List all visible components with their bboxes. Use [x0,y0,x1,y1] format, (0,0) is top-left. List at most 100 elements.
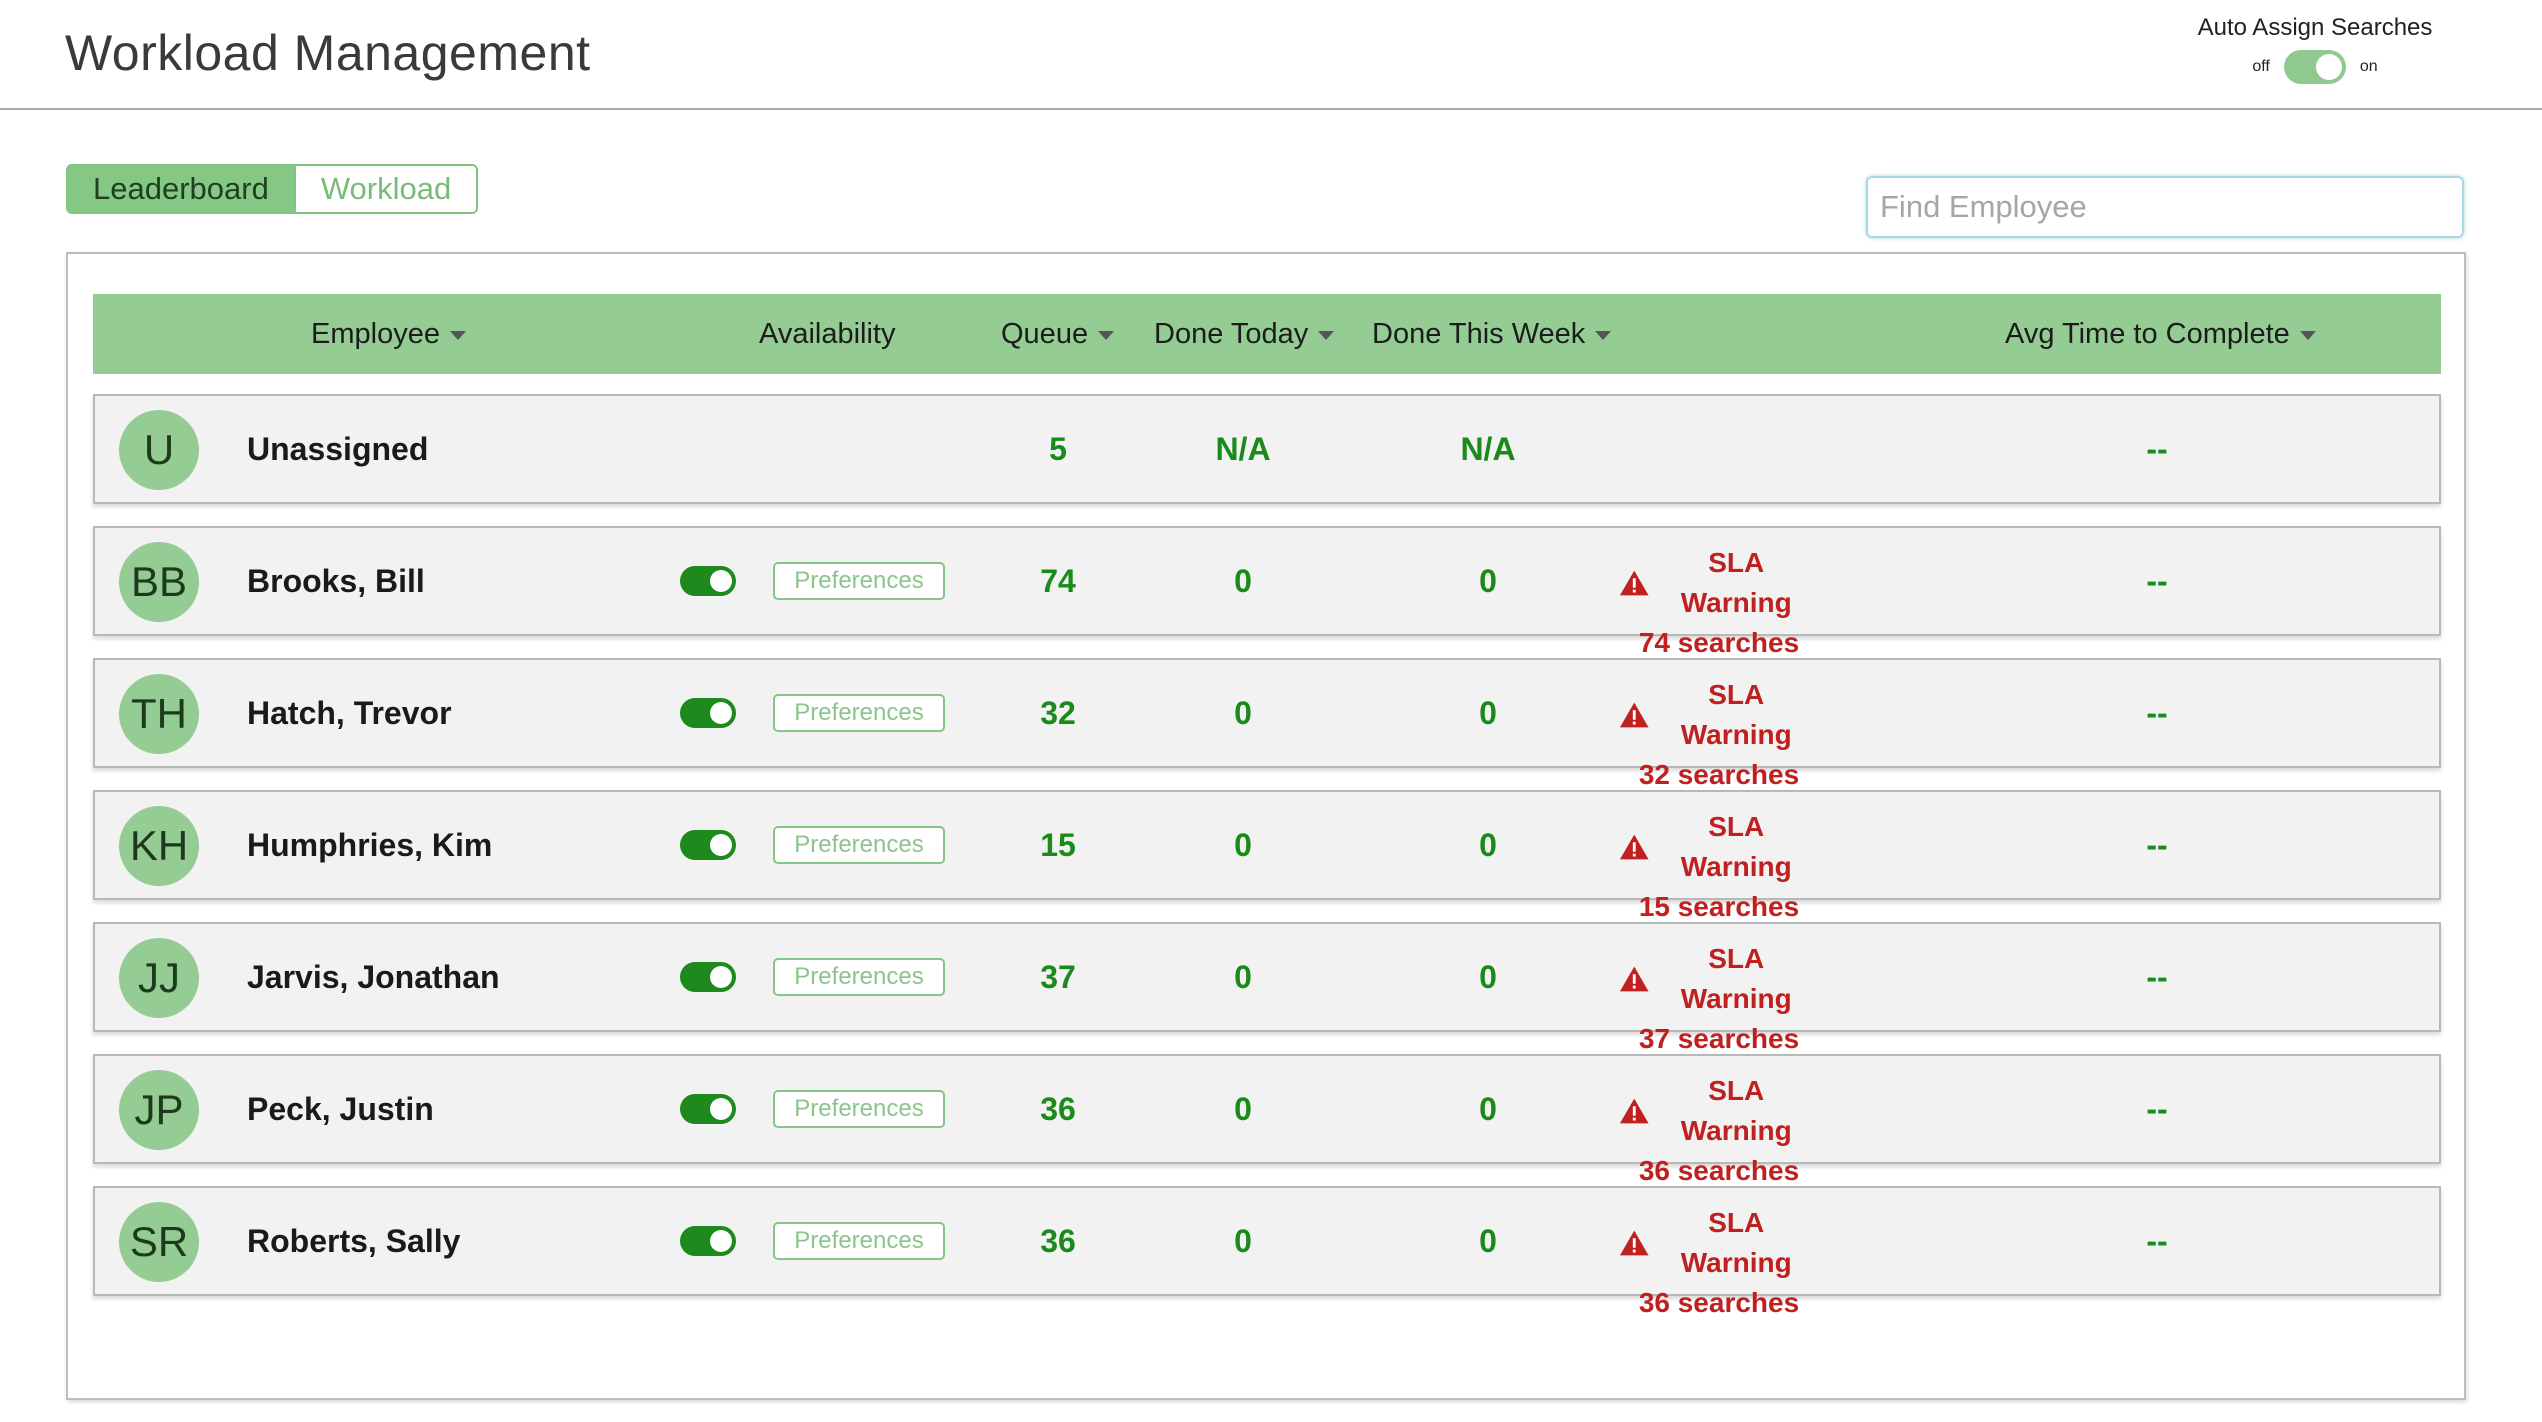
table-row: SR Roberts, Sally Preferences 36 0 0 SLA… [93,1186,2441,1318]
employee-name: Unassigned [247,431,429,467]
warning-triangle-icon [1619,570,1649,596]
table-row: JP Peck, Justin Preferences 36 0 0 SLA W… [93,1054,2441,1186]
warning-triangle-icon [1619,1098,1649,1124]
avatar: TH [119,674,199,754]
table-row: JJ Jarvis, Jonathan Preferences 37 0 0 S… [93,922,2441,1054]
queue-count: 36 [1040,1223,1076,1259]
availability-toggle[interactable] [680,830,736,860]
avg-time-value: -- [2146,1223,2168,1259]
table-row: KH Humphries, Kim Preferences 15 0 0 SLA… [93,790,2441,922]
avatar: KH [119,806,199,886]
view-tabs: Leaderboard Workload [66,164,479,214]
column-header-queue-label: Queue [1001,318,1089,350]
sla-warning-title-row: SLA Warning [1619,1071,1819,1151]
sla-warning: SLA Warning 36 searches [1619,1071,1819,1191]
avg-time-value: -- [2146,1091,2168,1127]
queue-count: 15 [1040,827,1076,863]
availability-toggle[interactable] [680,962,736,992]
employee-name: Roberts, Sally [247,1223,461,1259]
tab-workload[interactable]: Workload [293,166,477,212]
sla-warning-count: 36 searches [1638,1287,1800,1318]
column-header-availability-label: Availability [759,318,896,350]
sla-warning-title-row: SLA Warning [1619,675,1819,755]
availability-toggle[interactable] [680,1094,736,1124]
preferences-button[interactable]: Preferences [773,958,945,996]
sort-caret-icon [2299,330,2316,340]
sla-warning: SLA Warning 36 searches [1619,1203,1819,1323]
employee-name: Peck, Justin [247,1091,434,1127]
done-today-count: 0 [1234,1091,1252,1127]
sla-warning-title-row: SLA Warning [1619,807,1819,887]
sla-warning-title-row: SLA Warning [1619,939,1819,1019]
queue-count: 36 [1040,1091,1076,1127]
preferences-button[interactable]: Preferences [773,562,945,600]
find-employee-input[interactable] [1866,176,2464,238]
avatar: JJ [119,938,199,1018]
auto-assign-on-label: on [2359,58,2378,75]
avg-time-value: -- [2146,431,2168,467]
sla-warning-title-row: SLA Warning [1619,1203,1819,1283]
done-today-count: 0 [1234,563,1252,599]
sort-caret-icon [449,330,466,340]
app-header: Workload Management Auto Assign Searches… [0,0,2542,110]
sla-warning-title-row: SLA Warning [1619,543,1819,623]
employee-name: Humphries, Kim [247,827,493,863]
warning-triangle-icon [1619,834,1649,860]
queue-count: 32 [1040,695,1076,731]
warning-triangle-icon [1619,1230,1649,1256]
column-header-employee[interactable]: Employee [311,294,466,374]
avg-time-value: -- [2146,827,2168,863]
auto-assign-control: Auto Assign Searches off on [2160,14,2470,84]
preferences-button[interactable]: Preferences [773,826,945,864]
queue-count: 37 [1040,959,1076,995]
sort-caret-icon [1318,330,1335,340]
table-row: TH Hatch, Trevor Preferences 32 0 0 SLA … [93,658,2441,790]
avg-time-value: -- [2146,959,2168,995]
availability-toggle[interactable] [680,698,736,728]
queue-count: 74 [1040,563,1076,599]
tab-leaderboard[interactable]: Leaderboard [68,166,294,212]
sla-warning-count: 37 searches [1638,1023,1800,1054]
column-header-done-this-week[interactable]: Done This Week [1372,294,1612,374]
table-row: BB Brooks, Bill Preferences 74 0 0 SLA W… [93,526,2441,658]
column-header-avg-time-label: Avg Time to Complete [2005,318,2290,350]
avg-time-value: -- [2146,563,2168,599]
sla-warning-title: SLA Warning [1680,1207,1792,1278]
column-header-queue[interactable]: Queue [1001,294,1115,374]
sla-warning-count: 74 searches [1638,627,1800,658]
done-week-count: 0 [1479,1091,1497,1127]
done-week-count: 0 [1479,695,1497,731]
sort-caret-icon [1595,330,1612,340]
done-week-count: 0 [1479,563,1497,599]
availability-toggle[interactable] [680,566,736,596]
sla-warning-title: SLA Warning [1680,811,1792,882]
avatar: SR [119,1202,199,1282]
availability-toggle[interactable] [680,1226,736,1256]
queue-count: 5 [1049,431,1067,467]
warning-triangle-icon [1619,966,1649,992]
column-header-avg-time[interactable]: Avg Time to Complete [2005,294,2316,374]
column-header-done-today-label: Done Today [1154,318,1309,350]
employee-name: Brooks, Bill [247,563,425,599]
column-header-availability: Availability [759,294,895,374]
done-today-count: 0 [1234,1223,1252,1259]
done-week-count: 0 [1479,959,1497,995]
sla-warning-count: 36 searches [1638,1155,1800,1186]
sla-warning: SLA Warning 74 searches [1619,543,1819,663]
column-header-employee-label: Employee [311,318,440,350]
avatar: JP [119,1070,199,1150]
preferences-button[interactable]: Preferences [773,694,945,732]
column-header-done-this-week-label: Done This Week [1372,318,1586,350]
column-header-done-today[interactable]: Done Today [1154,294,1335,374]
done-today-count: 0 [1234,959,1252,995]
sla-warning-title: SLA Warning [1680,679,1792,750]
sort-caret-icon [1098,330,1115,340]
employee-name: Jarvis, Jonathan [247,959,500,995]
preferences-button[interactable]: Preferences [773,1090,945,1128]
done-week-count: 0 [1479,827,1497,863]
done-week-count: N/A [1460,431,1516,467]
preferences-button[interactable]: Preferences [773,1222,945,1260]
done-today-count: 0 [1234,827,1252,863]
auto-assign-toggle[interactable] [2283,50,2346,84]
done-week-count: 0 [1479,1223,1497,1259]
